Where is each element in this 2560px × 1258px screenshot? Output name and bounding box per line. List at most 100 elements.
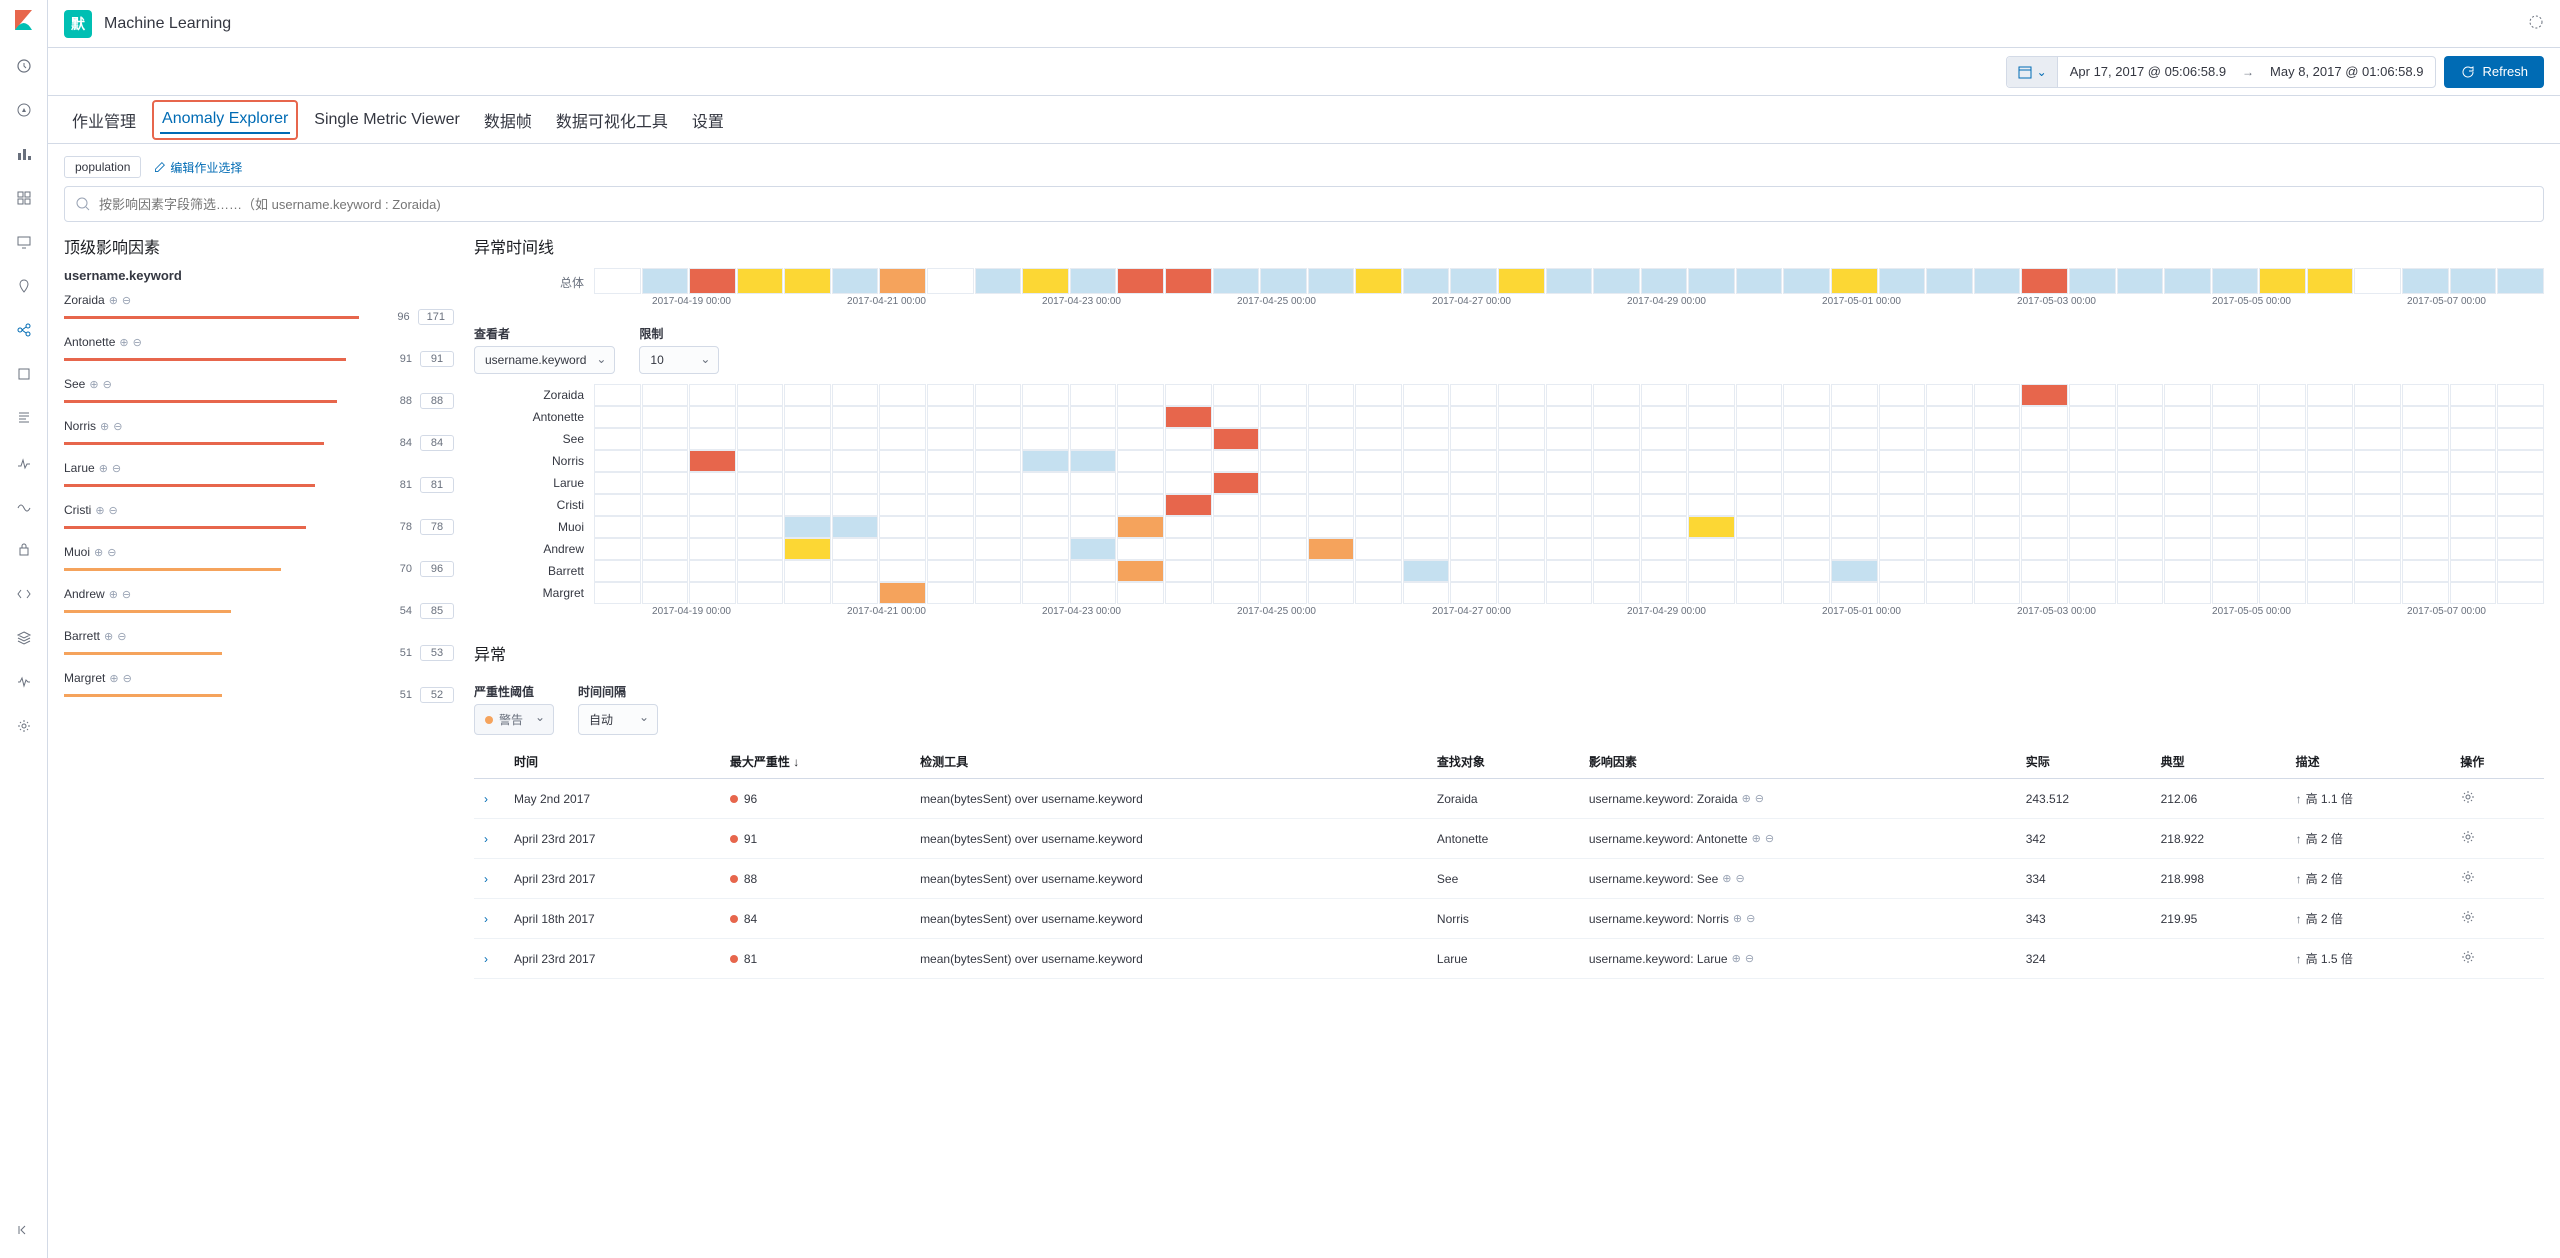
swimlane-cell[interactable] xyxy=(2069,560,2116,582)
swimlane-cell[interactable] xyxy=(1022,384,1069,406)
plus-filter-icon[interactable]: ⊕ xyxy=(1732,952,1741,965)
swimlane-cell[interactable] xyxy=(1974,450,2021,472)
swimlane-cell[interactable] xyxy=(975,450,1022,472)
swimlane-cell[interactable] xyxy=(1308,268,1355,294)
swimlane-cell[interactable] xyxy=(2402,472,2449,494)
kibana-logo[interactable] xyxy=(12,8,36,32)
nav-collapse-icon[interactable] xyxy=(8,1214,40,1246)
swimlane-cell[interactable] xyxy=(2212,538,2259,560)
tab-settings[interactable]: 设置 xyxy=(684,96,732,144)
swimlane-cell[interactable] xyxy=(2021,450,2068,472)
swimlane-cell[interactable] xyxy=(1260,450,1307,472)
swimlane-cell[interactable] xyxy=(1403,516,1450,538)
swimlane-cell[interactable] xyxy=(784,560,831,582)
swimlane-cell[interactable] xyxy=(1355,582,1402,604)
swimlane-cell[interactable] xyxy=(1117,450,1164,472)
swimlane-cell[interactable] xyxy=(2021,582,2068,604)
overall-swimlane[interactable] xyxy=(594,268,2544,294)
swimlane-cell[interactable] xyxy=(2164,538,2211,560)
swimlane-cell[interactable] xyxy=(1260,472,1307,494)
swimlane-cell[interactable] xyxy=(1213,268,1260,294)
swimlane-cell[interactable] xyxy=(1831,494,1878,516)
swimlane-cell[interactable] xyxy=(1117,582,1164,604)
swimlane-cell[interactable] xyxy=(2450,516,2497,538)
swimlane-cell[interactable] xyxy=(2164,384,2211,406)
swimlane-cell[interactable] xyxy=(2021,268,2068,294)
swimlane-cell[interactable] xyxy=(784,472,831,494)
swimlane-cell[interactable] xyxy=(2069,450,2116,472)
swimlane-cell[interactable] xyxy=(1498,472,1545,494)
swimlane-cell[interactable] xyxy=(1498,450,1545,472)
refresh-button[interactable]: Refresh xyxy=(2444,56,2544,88)
swimlane-cell[interactable] xyxy=(879,516,926,538)
swimlane-cell[interactable] xyxy=(879,494,926,516)
swimlane-cell[interactable] xyxy=(2497,582,2544,604)
swimlane-cell[interactable] xyxy=(1593,384,1640,406)
swimlane-cell[interactable] xyxy=(1831,450,1878,472)
swimlane-cell[interactable] xyxy=(1117,472,1164,494)
swimlane-cell[interactable] xyxy=(1783,384,1830,406)
swimlane-cell[interactable] xyxy=(832,494,879,516)
col-actions[interactable]: 操作 xyxy=(2450,745,2544,779)
plus-filter-icon[interactable]: ⊕ xyxy=(109,588,118,601)
swimlane-cell[interactable] xyxy=(1355,406,1402,428)
swimlane-cell[interactable] xyxy=(642,560,689,582)
plus-filter-icon[interactable]: ⊕ xyxy=(109,672,118,685)
swimlane-cell[interactable] xyxy=(2402,516,2449,538)
minus-filter-icon[interactable]: ⊖ xyxy=(113,420,122,433)
swimlane-cell[interactable] xyxy=(1403,450,1450,472)
swimlane-cell[interactable] xyxy=(2402,450,2449,472)
swimlane-cell[interactable] xyxy=(2354,472,2401,494)
swimlane-cell[interactable] xyxy=(1403,538,1450,560)
swimlane-cell[interactable] xyxy=(927,538,974,560)
swimlane-cell[interactable] xyxy=(2402,268,2449,294)
swimlane-cell[interactable] xyxy=(1593,494,1640,516)
swimlane-cell[interactable] xyxy=(1117,384,1164,406)
swimlane-cell[interactable] xyxy=(784,268,831,294)
swimlane-cell[interactable] xyxy=(1593,450,1640,472)
swimlane-cell[interactable] xyxy=(1213,582,1260,604)
swimlane-cell[interactable] xyxy=(832,384,879,406)
swimlane-cell[interactable] xyxy=(1831,516,1878,538)
swimlane-cell[interactable] xyxy=(1450,538,1497,560)
swimlane-cell[interactable] xyxy=(1593,406,1640,428)
swimlane-cell[interactable] xyxy=(737,494,784,516)
swimlane-cell[interactable] xyxy=(1213,516,1260,538)
swimlane-cell[interactable] xyxy=(2164,472,2211,494)
swimlane-cell[interactable] xyxy=(594,494,641,516)
swimlane-cell[interactable] xyxy=(737,582,784,604)
swimlane-cell[interactable] xyxy=(2069,582,2116,604)
swimlane-cell[interactable] xyxy=(1926,406,1973,428)
swimlane-cell[interactable] xyxy=(784,582,831,604)
swimlane-cell[interactable] xyxy=(2307,406,2354,428)
swimlane-cell[interactable] xyxy=(1783,472,1830,494)
swimlane-cell[interactable] xyxy=(1308,450,1355,472)
swimlane-cell[interactable] xyxy=(1450,406,1497,428)
swimlane-cell[interactable] xyxy=(1974,384,2021,406)
swimlane-cell[interactable] xyxy=(2354,428,2401,450)
swimlane-cell[interactable] xyxy=(1070,406,1117,428)
swimlane-cell[interactable] xyxy=(1593,516,1640,538)
swimlane-cell[interactable] xyxy=(1260,516,1307,538)
swimlane-cell[interactable] xyxy=(1688,268,1735,294)
swimlane-cell[interactable] xyxy=(1165,582,1212,604)
swimlane-cell[interactable] xyxy=(1308,406,1355,428)
limit-select[interactable]: 10 xyxy=(639,346,719,374)
swimlane-cell[interactable] xyxy=(2117,516,2164,538)
swimlane-cell[interactable] xyxy=(594,472,641,494)
swimlane-cell[interactable] xyxy=(2497,406,2544,428)
swimlane-cell[interactable] xyxy=(2212,450,2259,472)
swimlane-cell[interactable] xyxy=(2354,384,2401,406)
swimlane-cell[interactable] xyxy=(1926,494,1973,516)
swimlane-cell[interactable] xyxy=(1355,538,1402,560)
swimlane-cell[interactable] xyxy=(784,384,831,406)
swimlane-cell[interactable] xyxy=(1070,538,1117,560)
swimlane-cell[interactable] xyxy=(1641,582,1688,604)
swimlane-cell[interactable] xyxy=(1450,472,1497,494)
swimlane-cell[interactable] xyxy=(737,538,784,560)
col-found-for[interactable]: 查找对象 xyxy=(1427,745,1579,779)
swimlane-cell[interactable] xyxy=(784,450,831,472)
swimlane-cell[interactable] xyxy=(2021,516,2068,538)
swimlane-cell[interactable] xyxy=(642,428,689,450)
swimlane-cell[interactable] xyxy=(594,450,641,472)
